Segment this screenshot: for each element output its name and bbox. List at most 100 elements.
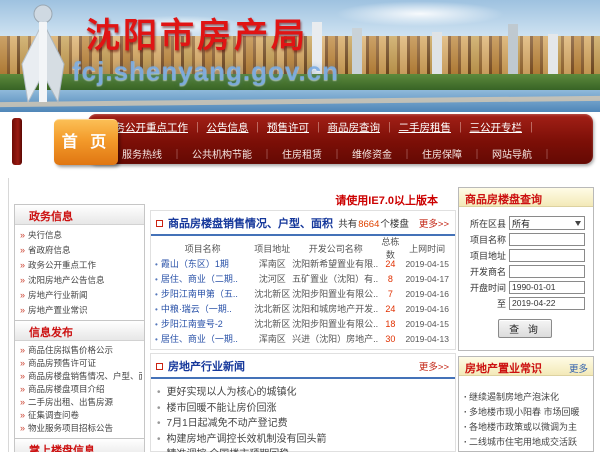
- project-name-input[interactable]: [509, 232, 585, 246]
- sidebar-item-central-bank[interactable]: 央行信息: [20, 228, 142, 243]
- sales-panel: 商品房楼盘销售情况、户型、面积 共有8664个楼盘 更多>> 项目名称 项目地址…: [150, 210, 456, 350]
- open-date-input[interactable]: [509, 280, 585, 294]
- query-title: 商品房楼盘查询: [465, 194, 542, 206]
- news-item[interactable]: 精准调控 全国楼市预期回稳: [157, 447, 451, 452]
- sales-more-link[interactable]: 更多>>: [419, 216, 449, 230]
- sidebar-item-open-gov[interactable]: 政务公开重点工作: [20, 258, 142, 273]
- news-item[interactable]: 7月1日起减免不动产登记费: [157, 416, 451, 432]
- project-district: 沈北新区: [254, 304, 291, 314]
- table-row: 居住、商业（二期.. 沈河区 五矿置业（沈阳）有.. 8 2019-04-17: [151, 271, 455, 286]
- project-developer: 沈阳和城房地产开发..: [292, 304, 379, 314]
- project-district: 沈河区: [258, 274, 286, 284]
- nav-endcap: [12, 118, 22, 165]
- knowledge-header: 房地产置业常识 更多: [459, 357, 593, 376]
- sidebar-item-knowledge[interactable]: 房地产置业常识: [20, 303, 142, 318]
- query-form: 所在区县 所有 项目名称 项目地址 开发商名 开盘时间 至: [459, 207, 593, 338]
- project-link[interactable]: 步阳江南壹号-2: [153, 317, 252, 330]
- project-date: 2019-04-15: [405, 318, 449, 329]
- project-address-input[interactable]: [509, 248, 585, 262]
- project-district: 沈北新区: [254, 319, 291, 329]
- project-name-label: 项目名称: [469, 234, 506, 245]
- knowledge-item[interactable]: 继续遏制房地产泡沫化: [464, 390, 591, 405]
- project-link[interactable]: 居住、商业（一期..: [153, 332, 252, 345]
- knowledge-item[interactable]: 二线城市住宅用地成交活跃: [464, 435, 591, 450]
- sidebar-item-secondhand-listings[interactable]: 二手房出租、出售房源: [20, 396, 142, 409]
- sidebar-item-presale-cert[interactable]: 商品房预售许可证: [20, 357, 142, 370]
- nav-link-rental[interactable]: 住房租赁: [282, 150, 352, 161]
- nav-link-housing-search[interactable]: 商品房查询: [328, 122, 399, 134]
- home-button[interactable]: 首 页: [54, 119, 118, 165]
- project-link[interactable]: 居住、商业（二期..: [153, 272, 252, 285]
- form-row-developer: 开发商名: [461, 264, 589, 278]
- project-developer: 兴进（沈阳）房地产..: [292, 334, 379, 344]
- project-building-count: 24: [385, 303, 396, 314]
- chevron-down-icon: [575, 220, 581, 226]
- site-title: 沈阳市房产局: [86, 17, 308, 55]
- knowledge-panel: 房地产置业常识 更多 继续遏制房地产泡沫化 多地楼市现小阳春 市场回暖 各地楼市…: [458, 356, 594, 452]
- nav-link-announcements[interactable]: 公告信息: [207, 122, 268, 134]
- nav-link-sitemap[interactable]: 网站导航: [492, 150, 562, 161]
- project-district: 浑南区: [258, 259, 286, 269]
- sidebar-mobile-title: 掌上楼盘信息: [15, 439, 144, 452]
- project-address-label: 项目地址: [469, 250, 506, 261]
- news-item[interactable]: 楼市回暖不能让房价回涨: [157, 401, 451, 417]
- nav-link-secondhand[interactable]: 二手房租售: [399, 122, 470, 134]
- query-submit-button[interactable]: 查 询: [498, 319, 552, 338]
- table-row: 霞山（东区）1期 浑南区 沈阳新希望置业有限.. 24 2019-04-15: [151, 256, 455, 271]
- sidebar-item-province[interactable]: 省政府信息: [20, 243, 142, 258]
- nav-link-repair-fund[interactable]: 维修资金: [352, 150, 422, 161]
- secondary-nav: 服务热线公共机构节能住房租赁维修资金住房保障网站导航: [88, 136, 593, 163]
- nav-link-three-open[interactable]: 三公开专栏: [470, 122, 541, 134]
- knowledge-item[interactable]: 各地楼市政策或以微调为主: [464, 420, 591, 435]
- sales-table-header: 项目名称 项目地址 开发公司名称 总栋数 上网时间: [151, 237, 455, 260]
- knowledge-item[interactable]: 多地楼市现小阳春 市场回暖: [464, 405, 591, 420]
- end-date-input[interactable]: [509, 296, 585, 310]
- nav-link-open-gov[interactable]: 政务公开重点工作: [104, 122, 207, 134]
- sidebar-item-industry-news[interactable]: 房地产行业新闻: [20, 288, 142, 303]
- sales-title: 商品房楼盘销售情况、户型、面积: [168, 218, 333, 230]
- project-developer: 沈阳步阳置业有限公..: [292, 319, 379, 329]
- project-link[interactable]: 中粮·瑞云（一期..: [153, 302, 252, 315]
- district-label: 所在区县: [469, 218, 506, 229]
- project-developer: 沈阳步阳置业有限公..: [292, 289, 379, 299]
- navigation-bar: 政务公开重点工作公告信息预售许可商品房查询二手房租售三公开专栏 服务热线公共机构…: [0, 112, 600, 170]
- news-item[interactable]: 更好实现以人为核心的城镇化: [157, 385, 451, 401]
- left-divider: [8, 178, 9, 452]
- nav-link-presale-permit[interactable]: 预售许可: [267, 122, 328, 134]
- district-select[interactable]: 所有: [509, 216, 585, 230]
- nav-link-housing-security[interactable]: 住房保障: [422, 150, 492, 161]
- end-date-label: 至: [496, 298, 506, 309]
- project-link[interactable]: 霞山（东区）1期: [153, 257, 252, 270]
- news-panel: 房地产行业新闻 更多>> 更好实现以人为核心的城镇化 楼市回暖不能让房价回涨 7…: [150, 353, 456, 452]
- table-row: 步阳江南壹号-2 沈北新区 沈阳步阳置业有限公.. 18 2019-04-15: [151, 316, 455, 331]
- sidebar-item-announcement[interactable]: 沈阳房地产公告信息: [20, 273, 142, 288]
- knowledge-more-link[interactable]: 更多: [569, 361, 588, 375]
- developer-input[interactable]: [509, 264, 585, 278]
- sidebar-item-sales-status[interactable]: 商品房楼盘销售情况、户型、面积: [20, 370, 142, 383]
- project-date: 2019-04-17: [405, 273, 449, 284]
- sidebar-item-survey[interactable]: 征集调查问卷: [20, 409, 142, 422]
- project-building-count: 18: [385, 318, 396, 329]
- nav-link-energy-saving[interactable]: 公共机构节能: [192, 150, 282, 161]
- project-date: 2019-04-16: [405, 288, 449, 299]
- sidebar-item-property-bid[interactable]: 物业服务项目招标公告: [20, 422, 142, 435]
- listing-count: 共有8664个楼盘: [338, 219, 409, 230]
- knowledge-title: 房地产置业常识: [465, 363, 542, 375]
- form-row-end-date: 至: [461, 296, 589, 310]
- sidebar-item-project-intro[interactable]: 商品房楼盘项目介绍: [20, 383, 142, 396]
- news-header: 房地产行业新闻 更多>>: [151, 354, 455, 379]
- project-date: 2019-04-16: [405, 303, 449, 314]
- landmark-tower-icon: [21, 4, 65, 104]
- project-building-count: 24: [385, 258, 396, 269]
- news-more-link[interactable]: 更多>>: [419, 359, 449, 373]
- district-select-value: 所有: [512, 218, 531, 229]
- project-date: 2019-04-13: [405, 333, 449, 344]
- project-developer: 五矿置业（沈阳）有..: [292, 274, 379, 284]
- sidebar-item-price-publicity[interactable]: 商品住房拟售价格公示: [20, 344, 142, 357]
- sidebar-section-mobile: 掌上楼盘信息: [14, 438, 145, 452]
- project-link[interactable]: 步阳江南甲第（五..: [153, 287, 252, 300]
- news-item[interactable]: 构建房地产调控长效机制没有回头箭: [157, 432, 451, 448]
- nav-link-hotline[interactable]: 服务热线: [122, 150, 192, 161]
- site-url-watermark: fcj.shenyang.gov.cn: [72, 56, 340, 86]
- page: 沈阳市房产局 fcj.shenyang.gov.cn 政务公开重点工作公告信息预…: [0, 0, 600, 452]
